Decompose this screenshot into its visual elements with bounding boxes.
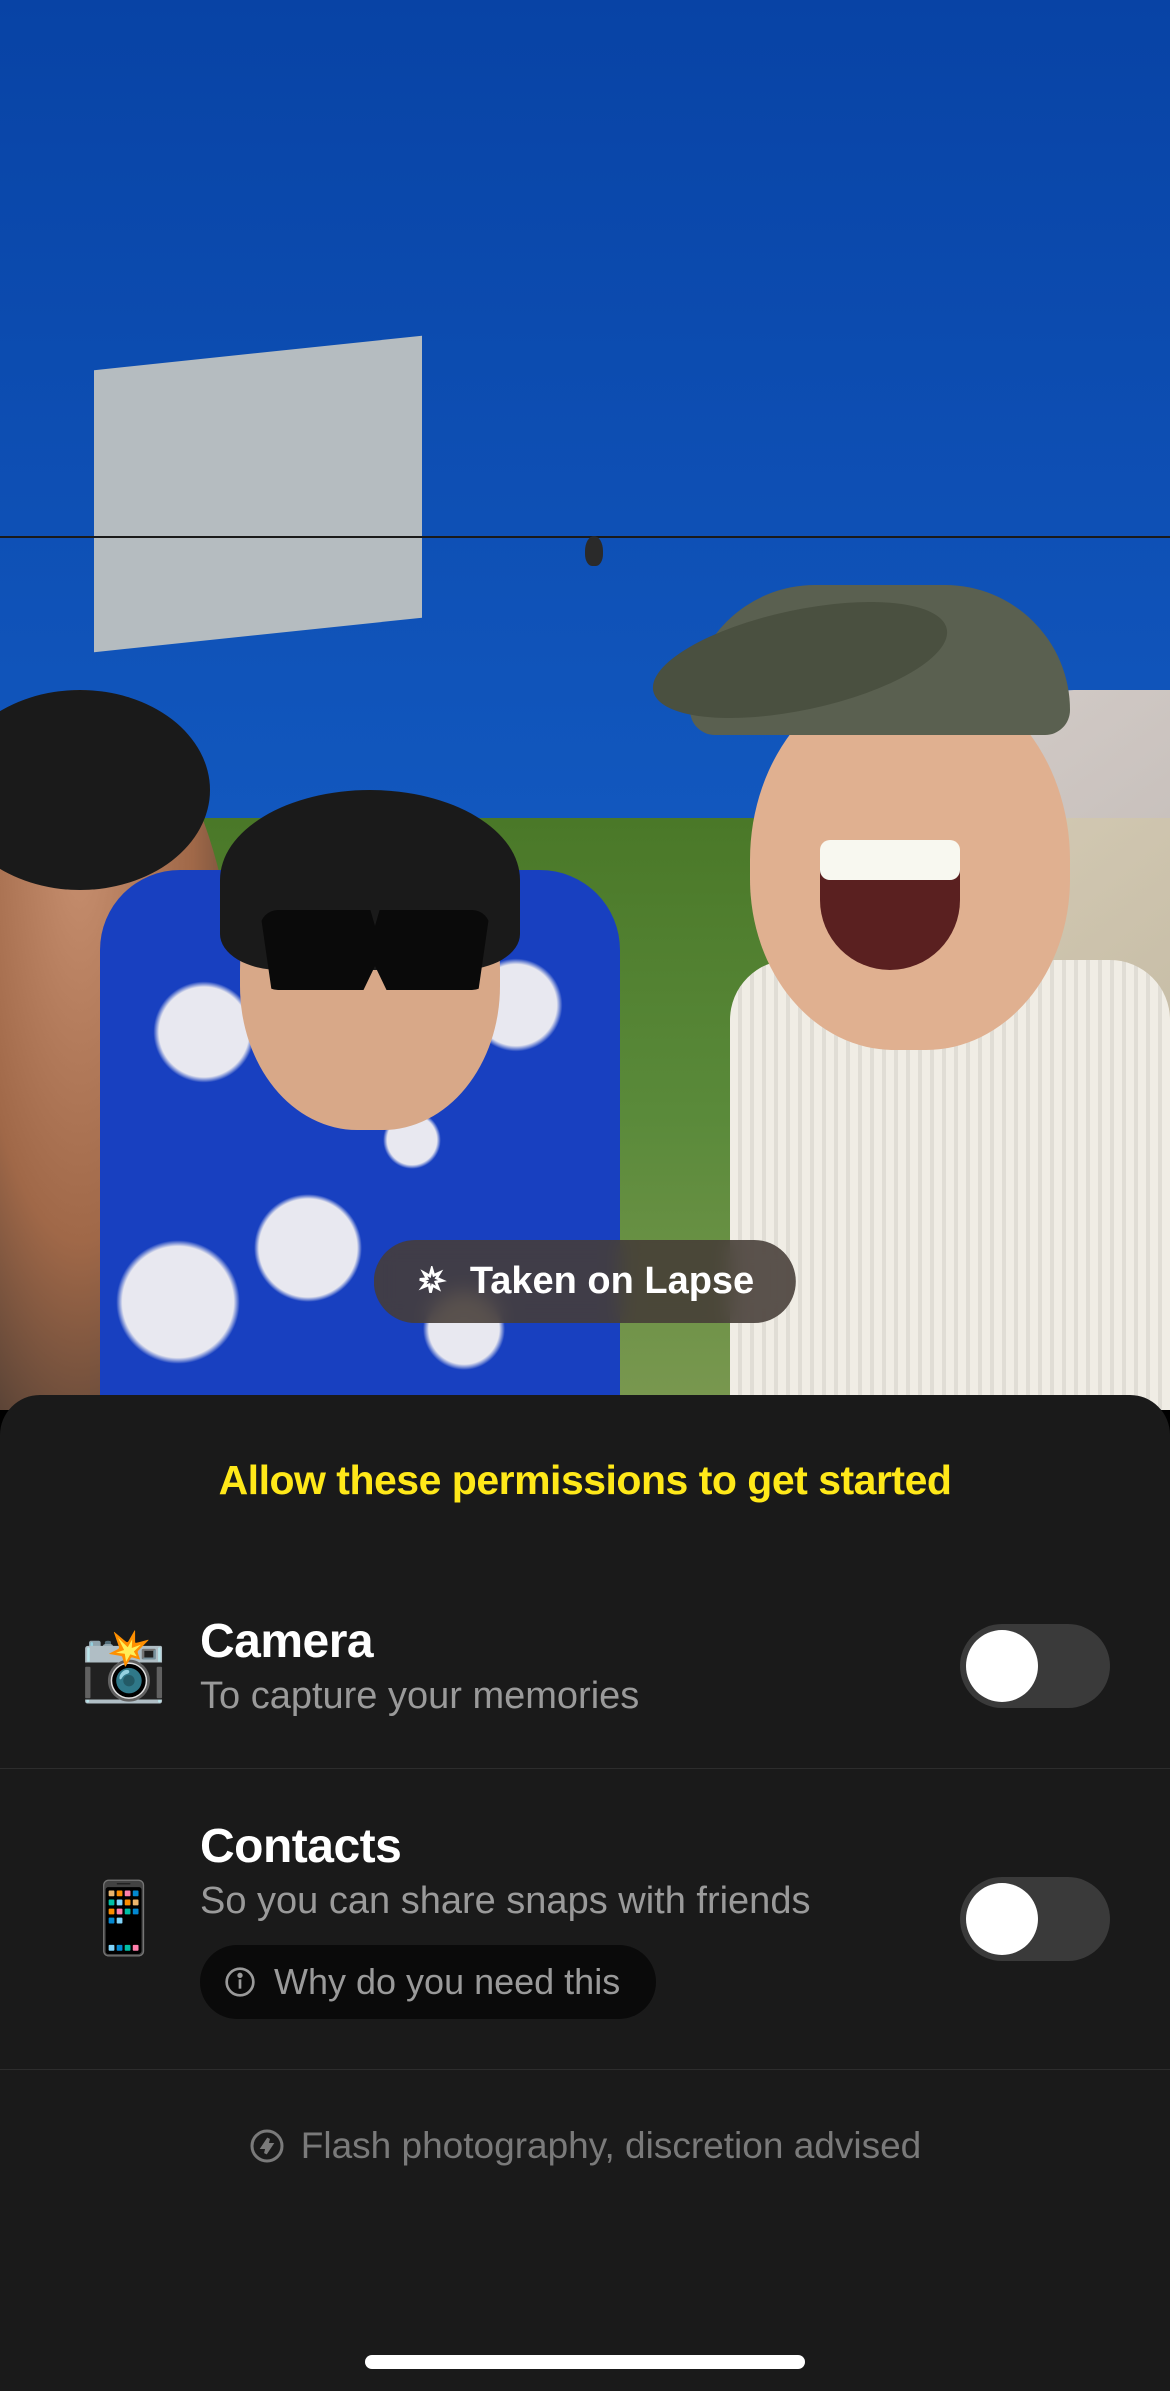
phone-icon: 📱 [80,1878,160,1960]
permission-row-contacts: 📱 Contacts So you can share snaps with f… [0,1769,1170,2070]
permission-title: Camera [200,1614,920,1669]
permissions-panel: Allow these permissions to get started 📸… [0,1395,1170,2391]
footer-warning: Flash photography, discretion advised [0,2070,1170,2222]
info-icon [224,1966,256,1998]
hero-photo: Taken on Lapse [0,0,1170,1410]
home-indicator[interactable] [365,2355,805,2369]
sparkle-icon [416,1266,448,1298]
photo-source-badge: Taken on Lapse [374,1240,796,1323]
why-chip-label: Why do you need this [274,1961,620,2003]
footer-warning-text: Flash photography, discretion advised [301,2125,921,2167]
permission-subtitle: So you can share snaps with friends [200,1880,920,1923]
why-need-button[interactable]: Why do you need this [200,1945,656,2019]
permission-row-camera: 📸 Camera To capture your memories [0,1564,1170,1769]
panel-title: Allow these permissions to get started [0,1457,1170,1564]
camera-toggle[interactable] [960,1624,1110,1708]
photo-badge-label: Taken on Lapse [470,1260,754,1303]
flash-icon [249,2128,285,2164]
contacts-toggle[interactable] [960,1877,1110,1961]
permission-subtitle: To capture your memories [200,1675,920,1718]
permission-title: Contacts [200,1819,920,1874]
camera-icon: 📸 [80,1625,160,1707]
